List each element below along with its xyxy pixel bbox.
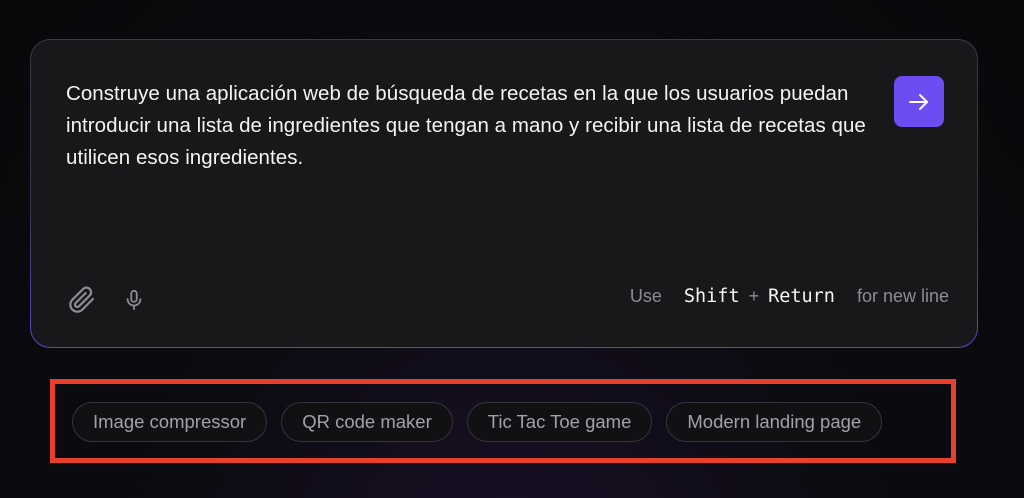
prompt-card: Construye una aplicación web de búsqueda… [30,39,978,348]
hint-key-shift: Shift [683,286,740,307]
newline-hint: Use Shift + Return for new line [630,286,949,307]
send-button[interactable] [894,76,944,127]
paperclip-icon [69,286,95,313]
arrow-right-icon [909,93,928,110]
suggestion-chips: Image compressor QR code maker Tic Tac T… [72,402,883,442]
attach-button[interactable] [67,285,97,315]
suggestion-chip-landing-page[interactable]: Modern landing page [666,402,883,442]
hint-use: Use [629,286,662,306]
hint-suffix: for new line [856,286,949,306]
prompt-textarea[interactable]: Construye una aplicación web de búsqueda… [66,78,866,174]
microphone-icon [126,289,142,311]
suggestion-chip-image-compressor[interactable]: Image compressor [72,402,268,442]
suggestion-chip-qr-code-maker[interactable]: QR code maker [281,402,453,442]
hint-key-return: Return [768,286,835,307]
hint-plus: + [748,286,760,306]
microphone-button[interactable] [119,285,149,315]
suggestion-chip-tic-tac-toe[interactable]: Tic Tac Toe game [466,402,653,442]
